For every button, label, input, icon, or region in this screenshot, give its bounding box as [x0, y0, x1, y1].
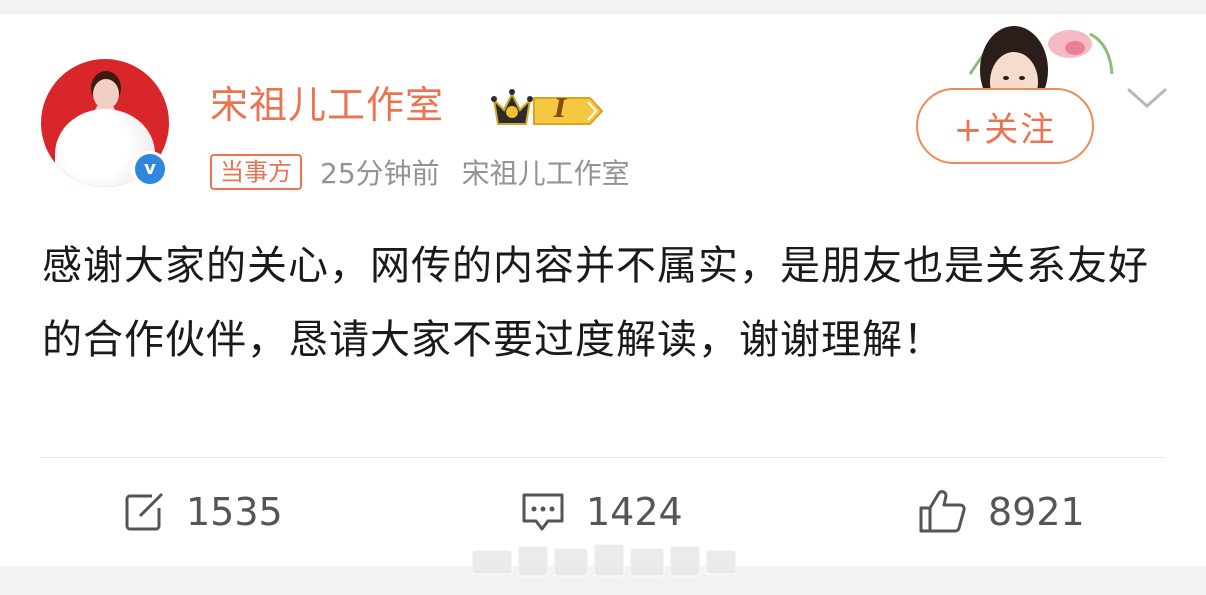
- party-tag: 当事方: [210, 154, 302, 190]
- follow-button[interactable]: +关注: [916, 88, 1094, 164]
- crown-icon: [491, 89, 604, 125]
- author-name[interactable]: 宋祖儿工作室: [210, 74, 444, 129]
- comment-count: 1424: [586, 490, 683, 534]
- avatar[interactable]: v: [41, 59, 169, 187]
- like-count: 8921: [988, 490, 1085, 534]
- divider: [41, 457, 1165, 458]
- member-level-badge[interactable]: I: [490, 80, 606, 132]
- like-button[interactable]: 8921: [918, 488, 1085, 536]
- verified-icon: v: [132, 151, 168, 187]
- repost-button[interactable]: 1535: [122, 488, 283, 536]
- post-content: 感谢大家的关心，网传的内容并不属实，是朋友也是关系友好的合作伙伴，恳请大家不要过…: [42, 243, 1149, 363]
- like-icon: [919, 490, 966, 533]
- post-meta: 当事方 25分钟前 宋祖儿工作室: [210, 152, 652, 192]
- post-time: 25分钟前: [320, 157, 440, 190]
- repost-count: 1535: [186, 490, 283, 534]
- watermark-icon: [471, 543, 737, 577]
- weibo-post-card: v 宋祖儿工作室 I 当事方 25分钟前 宋祖儿工作室 +关注 感谢大家的关心，…: [0, 14, 1206, 566]
- level-number: I: [554, 94, 567, 124]
- comment-icon: [522, 493, 564, 531]
- comment-button[interactable]: 1424: [520, 488, 683, 536]
- chevron-down-icon[interactable]: [1126, 86, 1168, 110]
- repost-icon: [125, 492, 164, 531]
- post-source: 宋祖儿工作室: [461, 157, 630, 190]
